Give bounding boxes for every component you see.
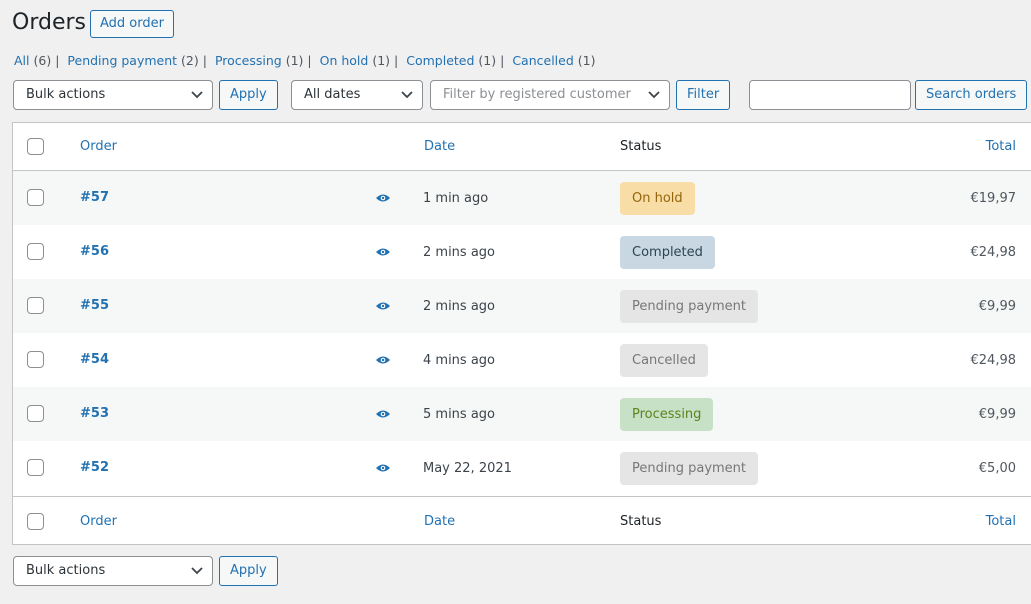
column-date-sort[interactable]: Date [424,139,455,154]
filter-cancelled-link[interactable]: Cancelled [512,53,573,68]
column-total-sort-footer[interactable]: Total [986,514,1016,529]
order-date: 2 mins ago [423,299,495,314]
row-checkbox[interactable] [27,189,44,206]
order-total: €5,00 [978,461,1016,476]
order-link[interactable]: #57 [80,190,109,205]
customer-filter-placeholder: Filter by registered customer [443,87,631,102]
apply-button[interactable]: Apply [219,80,278,110]
row-checkbox[interactable] [27,405,44,422]
order-total: €19,97 [970,191,1017,206]
table-row[interactable]: #53 5 mins ago Processing €9,99 [13,387,1031,441]
row-checkbox[interactable] [27,351,44,368]
order-date: 1 min ago [423,191,489,206]
table-row[interactable]: #55 2 mins ago Pending payment €9,99 [13,279,1031,333]
column-status-footer: Status [620,514,662,529]
status-badge: Cancelled [620,344,708,377]
order-total: €24,98 [970,353,1017,368]
add-order-button[interactable]: Add order [90,10,174,38]
search-orders-input[interactable] [749,80,911,110]
order-link[interactable]: #53 [80,406,109,421]
status-badge: Pending payment [620,452,759,485]
filter-onhold-link[interactable]: On hold [320,53,369,68]
filter-processing-count: (1) [285,53,304,68]
table-row[interactable]: #56 2 mins ago Completed €24,98 [13,225,1031,279]
bulk-actions-select-bottom[interactable]: Bulk actions [13,556,213,586]
table-footer: Order Date Status Total [13,496,1031,545]
status-badge: On hold [620,182,695,215]
filter-completed-link[interactable]: Completed [406,53,474,68]
filter-all-link[interactable]: All [14,53,30,68]
eye-icon[interactable] [375,354,391,366]
filter-button[interactable]: Filter [676,80,731,110]
select-all-checkbox-footer[interactable] [27,513,44,530]
chevron-down-icon [191,91,203,99]
filter-all-count: (6) [33,53,52,68]
select-all-checkbox[interactable] [27,138,44,155]
table-row[interactable]: #54 4 mins ago Cancelled €24,98 [13,333,1031,387]
bulk-actions-value-bottom: Bulk actions [26,563,106,578]
order-date: 2 mins ago [423,245,495,260]
orders-table: Order Date Status Total #57 1 min ago On… [12,122,1031,545]
eye-icon[interactable] [375,192,391,204]
filter-pending-count: (2) [181,53,199,68]
status-badge: Completed [620,236,715,269]
order-total: €24,98 [970,245,1017,260]
order-total: €9,99 [978,407,1016,422]
table-header: Order Date Status Total [13,123,1031,171]
column-date-sort-footer[interactable]: Date [424,514,455,529]
filter-processing-link[interactable]: Processing [215,53,282,68]
search-orders-button[interactable]: Search orders [915,80,1028,110]
chevron-down-icon [401,91,413,99]
order-link[interactable]: #54 [80,352,109,367]
customer-filter-select[interactable]: Filter by registered customer [430,80,670,110]
row-checkbox[interactable] [27,243,44,260]
filter-cancelled-count: (1) [577,53,596,68]
apply-button-bottom[interactable]: Apply [219,556,278,586]
table-row[interactable]: #52 May 22, 2021 Pending payment €5,00 [13,441,1031,495]
eye-icon[interactable] [375,462,391,474]
order-date: 5 mins ago [423,407,495,422]
status-badge: Processing [620,398,714,431]
order-link[interactable]: #56 [80,244,109,259]
row-checkbox[interactable] [27,459,44,476]
chevron-down-icon [648,91,660,99]
bulk-actions-select[interactable]: Bulk actions [13,80,213,110]
row-checkbox[interactable] [27,297,44,314]
filter-completed-count: (1) [478,53,497,68]
order-date: 4 mins ago [423,353,495,368]
table-row[interactable]: #57 1 min ago On hold €19,97 [13,171,1031,225]
eye-icon[interactable] [375,246,391,258]
order-link[interactable]: #52 [80,460,109,475]
chevron-down-icon [191,567,203,575]
page-title: Orders [12,10,86,35]
eye-icon[interactable] [375,300,391,312]
order-total: €9,99 [978,299,1016,314]
filter-onhold-count: (1) [372,53,391,68]
column-order-sort[interactable]: Order [80,139,117,154]
order-link[interactable]: #55 [80,298,109,313]
status-badge: Pending payment [620,290,759,323]
dates-value: All dates [304,87,361,102]
column-status: Status [620,139,662,154]
status-filter-links: All (6) | Pending payment (2) | Processing… [14,53,596,68]
column-total-sort[interactable]: Total [986,139,1016,154]
eye-icon[interactable] [375,408,391,420]
dates-select[interactable]: All dates [291,80,423,110]
column-order-sort-footer[interactable]: Order [80,514,117,529]
bulk-actions-value: Bulk actions [26,87,106,102]
order-date: May 22, 2021 [423,461,512,476]
filter-pending-link[interactable]: Pending payment [67,53,177,68]
